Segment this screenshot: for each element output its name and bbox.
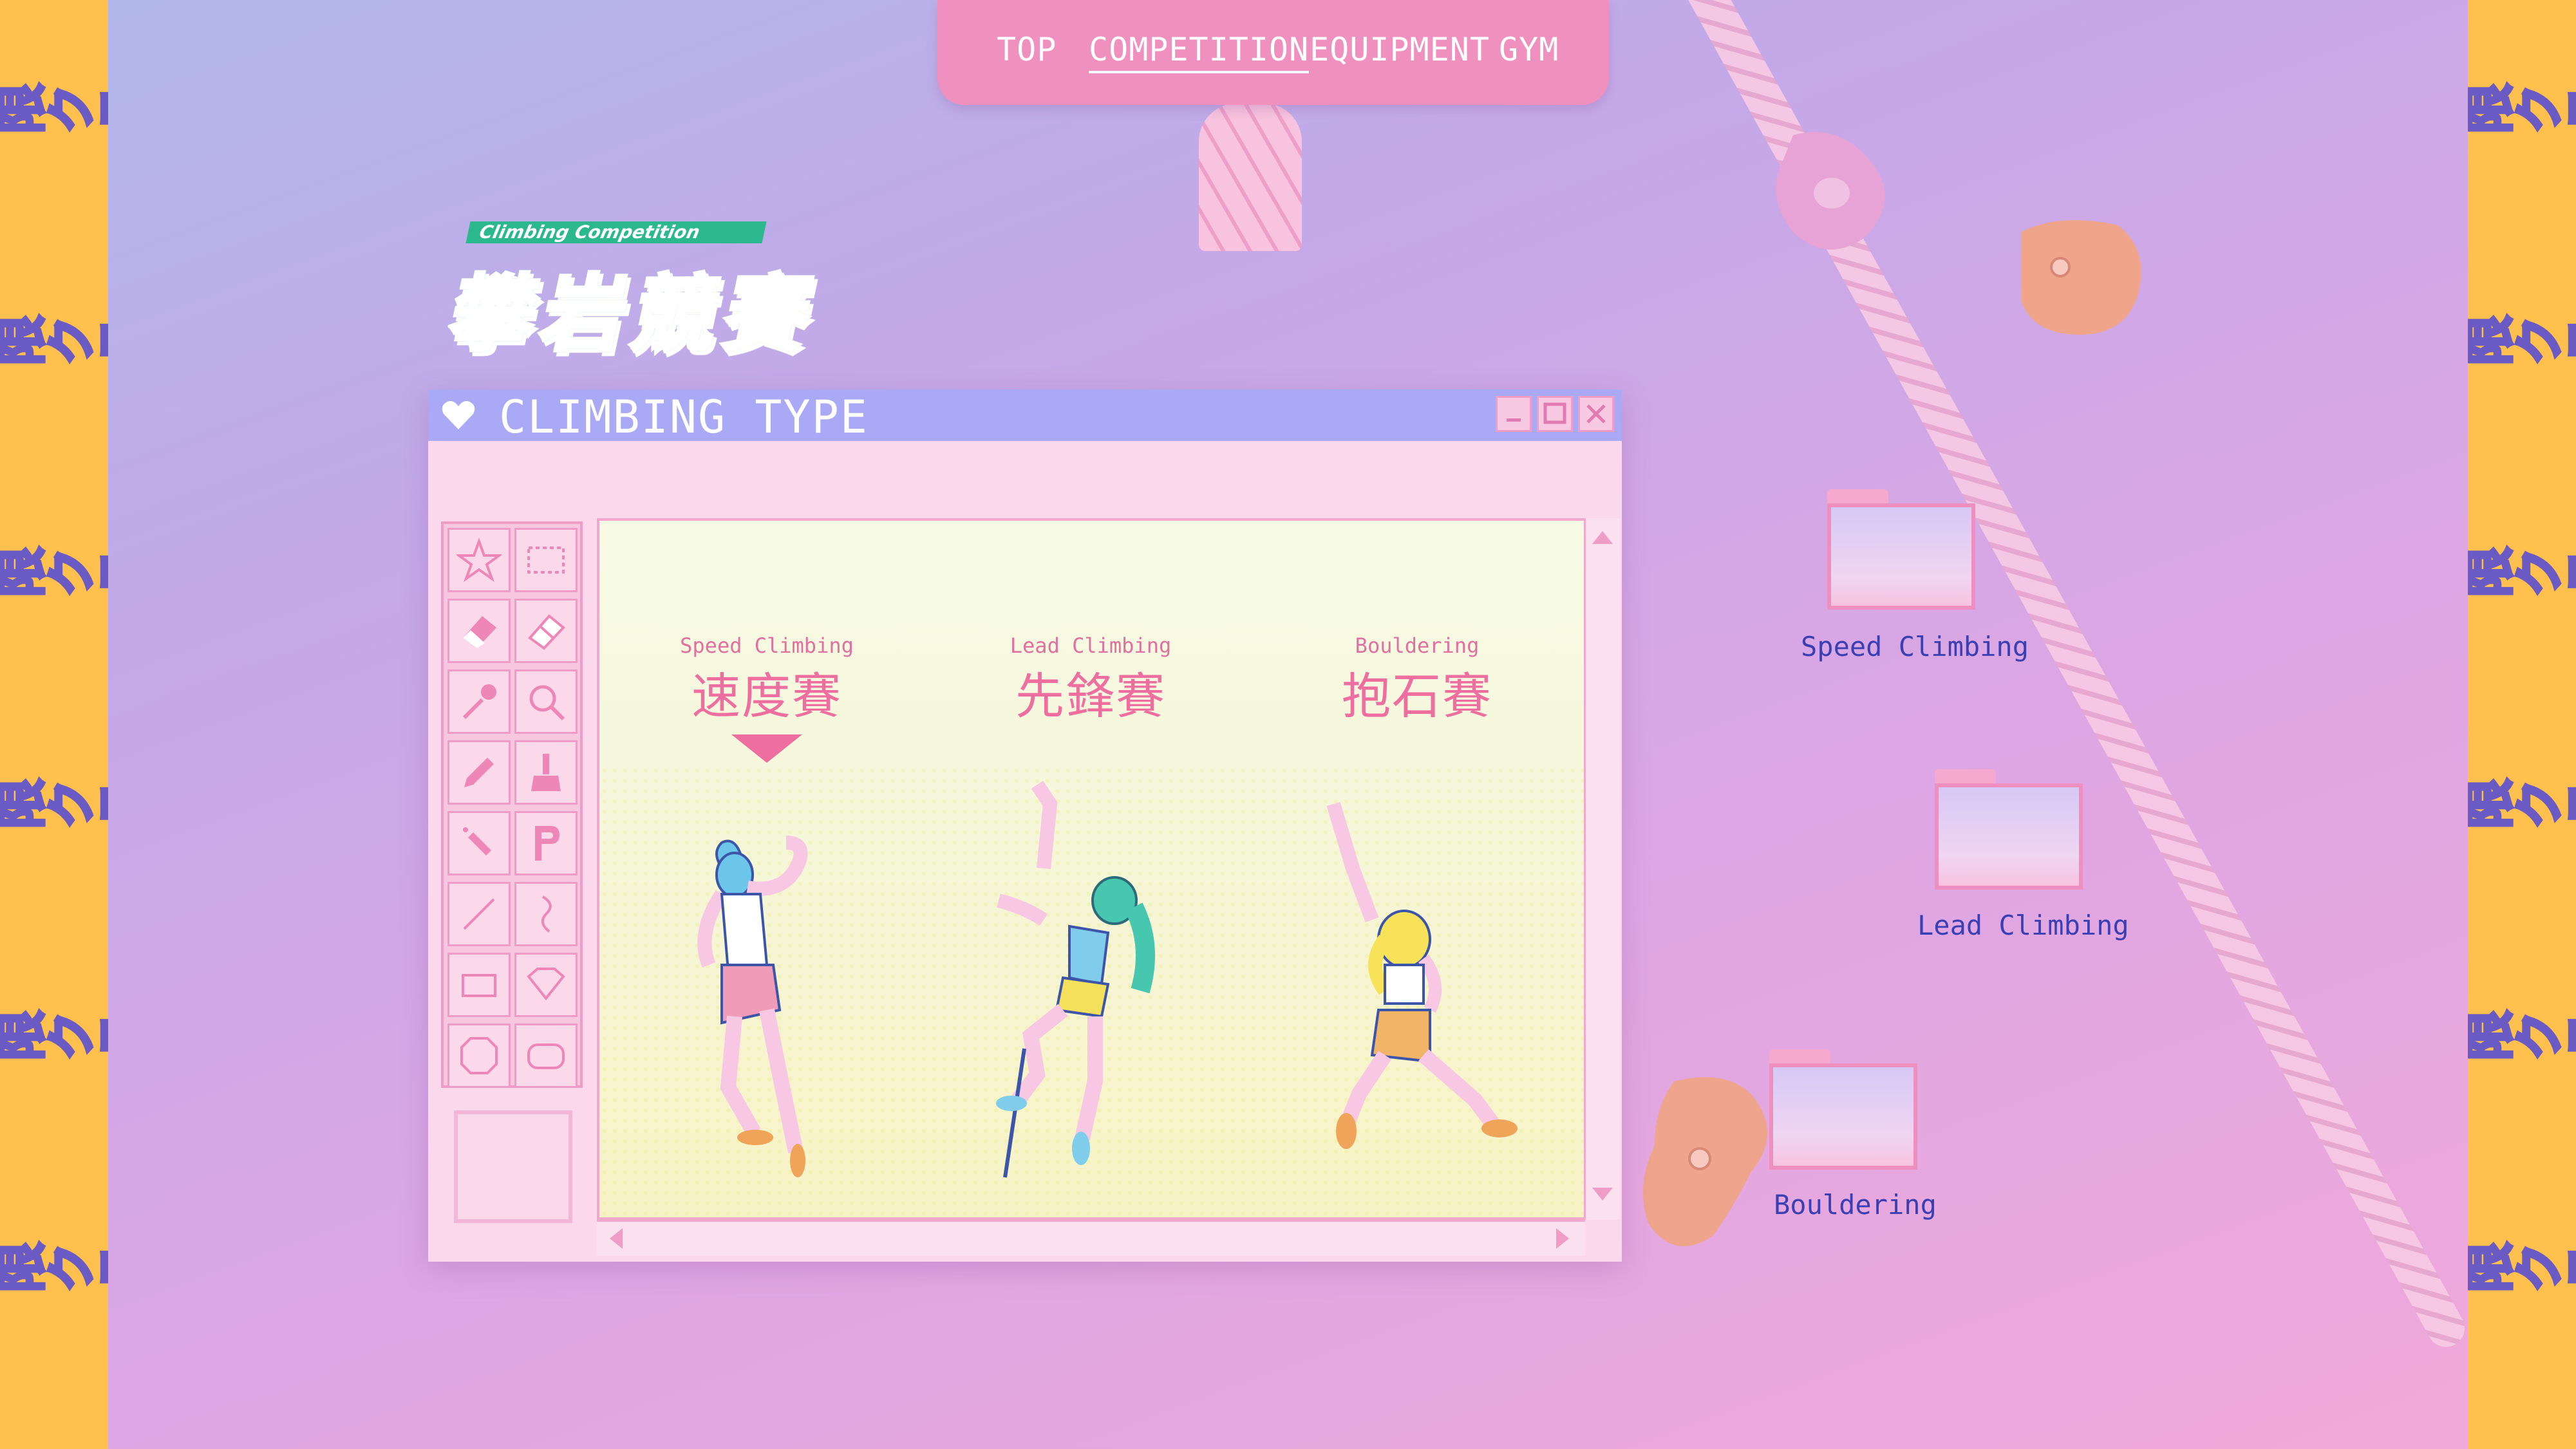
polygon-tool[interactable] <box>514 953 578 1017</box>
hanging-rope-braid <box>1199 103 1302 251</box>
line-icon <box>463 898 495 930</box>
horizontal-scrollbar[interactable] <box>597 1220 1585 1256</box>
type-label-zh: 先鋒賽 <box>1015 668 1166 725</box>
side-decor-text: 極限クライミング <box>0 547 108 608</box>
page-title: 攀岩競賽 <box>440 247 832 366</box>
maximize-button[interactable] <box>1537 396 1573 432</box>
type-label-en: Lead Climbing <box>1010 633 1172 658</box>
competition-badge: Climbing Competition <box>465 221 767 243</box>
text-tool[interactable] <box>514 811 578 875</box>
airbrush-icon <box>463 827 491 855</box>
curve-icon <box>541 895 552 933</box>
right-decor-band: 極限クライミング 極限クライミング 極限クライミング 極限クライミング 極限クラ… <box>2468 0 2576 1449</box>
select-rect-tool[interactable] <box>514 528 578 592</box>
side-decor-text: 極限クライミング <box>0 315 108 376</box>
left-decor-band: 極限クライミング 極限クライミング 極限クライミング 極限クライミング 極限クラ… <box>0 0 108 1449</box>
rounded-rect-icon <box>527 1043 565 1069</box>
minimize-icon <box>1507 418 1521 422</box>
scroll-up-icon[interactable] <box>1590 525 1615 550</box>
type-speed[interactable]: Speed Climbing 速度賽 <box>651 633 883 727</box>
folder-label[interactable]: Bouldering <box>1774 1189 1937 1220</box>
side-decor-text: 極限クライミング <box>2468 315 2576 376</box>
color-swatch[interactable] <box>454 1110 572 1223</box>
side-decor-text: 極限クライミング <box>0 1010 108 1071</box>
type-label-en: Speed Climbing <box>680 633 854 658</box>
eyedropper-icon <box>462 684 496 720</box>
tool-palette <box>441 521 583 1088</box>
side-decor-text: 極限クライミング <box>0 83 108 144</box>
airbrush-tool[interactable] <box>447 811 511 875</box>
folder-icon <box>1935 783 2083 890</box>
star-tool[interactable] <box>447 528 511 592</box>
scroll-right-icon[interactable] <box>1550 1226 1575 1251</box>
climbing-hold <box>2022 220 2141 335</box>
boulderer-illustration <box>1326 801 1518 1149</box>
nav-equipment[interactable]: EQUIPMENT <box>1310 31 1490 68</box>
climbing-hold <box>1643 1077 1767 1246</box>
text-icon <box>535 826 559 861</box>
climbing-hold <box>1776 132 1885 250</box>
type-label-en: Bouldering <box>1355 633 1480 658</box>
speed-climber-illustration <box>697 836 808 1177</box>
ellipse-icon <box>460 1037 498 1074</box>
folder-icon <box>1827 503 1975 610</box>
type-bouldering[interactable]: Bouldering 抱石賽 <box>1301 633 1533 727</box>
side-decor-text: 極限クライミング <box>0 778 108 839</box>
climbing-type-window: CLIMBING TYPE Speed Climbing 速度賽 Lead Cl… <box>428 389 1622 1262</box>
minimize-button[interactable] <box>1496 396 1532 432</box>
close-icon <box>1586 404 1606 424</box>
color-eraser-tool[interactable] <box>514 599 578 663</box>
drawing-canvas: Speed Climbing 速度賽 Lead Climbing 先鋒賽 Bou… <box>597 518 1595 1220</box>
folder-lead-climbing[interactable] <box>1935 769 2083 890</box>
pencil-icon <box>464 758 494 787</box>
side-decor-text: 極限クライミング <box>2468 83 2576 144</box>
rectangle-tool[interactable] <box>447 953 511 1017</box>
nav-top[interactable]: TOP <box>997 31 1057 68</box>
side-decor-text: 極限クライミング <box>2468 547 2576 608</box>
side-decor-text: 極限クライミング <box>2468 778 2576 839</box>
nav-competition[interactable]: COMPETITION <box>1089 31 1310 73</box>
scroll-left-icon[interactable] <box>603 1226 629 1251</box>
maximize-icon <box>1543 402 1566 424</box>
window-titlebar[interactable]: CLIMBING TYPE <box>428 389 1622 444</box>
polygon-icon <box>527 968 565 1001</box>
folder-label[interactable]: Speed Climbing <box>1801 631 2029 662</box>
nav-gym[interactable]: GYM <box>1499 31 1559 68</box>
vertical-scrollbar[interactable] <box>1584 518 1620 1220</box>
rounded-rect-tool[interactable] <box>514 1024 578 1088</box>
magnifier-icon <box>529 685 565 721</box>
top-nav: TOP COMPETITION EQUIPMENT GYM <box>937 0 1609 105</box>
type-label-zh: 速度賽 <box>691 668 842 725</box>
side-decor-text: 極限クライミング <box>2468 1010 2576 1071</box>
ellipse-tool[interactable] <box>447 1024 511 1088</box>
folder-icon <box>1769 1063 1917 1170</box>
side-decor-text: 極限クライミング <box>2468 1242 2576 1303</box>
eraser-icon <box>463 616 496 648</box>
lead-climber-illustration <box>996 780 1155 1178</box>
scroll-down-icon[interactable] <box>1590 1181 1615 1207</box>
brush-icon <box>531 754 561 791</box>
folder-speed-climbing[interactable] <box>1827 489 1975 610</box>
type-label-zh: 抱石賽 <box>1342 668 1492 725</box>
heart-icon <box>442 401 475 429</box>
type-lead[interactable]: Lead Climbing 先鋒賽 <box>975 633 1207 727</box>
pencil-tool[interactable] <box>447 740 511 805</box>
curve-tool[interactable] <box>514 882 578 946</box>
brush-tool[interactable] <box>514 740 578 805</box>
select-rect-icon <box>527 547 565 574</box>
close-button[interactable] <box>1578 396 1614 432</box>
eyedropper-tool[interactable] <box>447 669 511 734</box>
side-decor-text: 極限クライミング <box>0 1242 108 1303</box>
window-title: CLIMBING TYPE <box>499 391 869 444</box>
color-eraser-icon <box>528 614 565 650</box>
star-icon <box>456 538 502 583</box>
rectangle-icon <box>462 974 496 997</box>
folder-label[interactable]: Lead Climbing <box>1917 910 2129 941</box>
magnifier-tool[interactable] <box>514 669 578 734</box>
selected-indicator-icon <box>731 734 802 763</box>
eraser-tool[interactable] <box>447 599 511 663</box>
folder-bouldering[interactable] <box>1769 1049 1917 1170</box>
line-tool[interactable] <box>447 882 511 946</box>
